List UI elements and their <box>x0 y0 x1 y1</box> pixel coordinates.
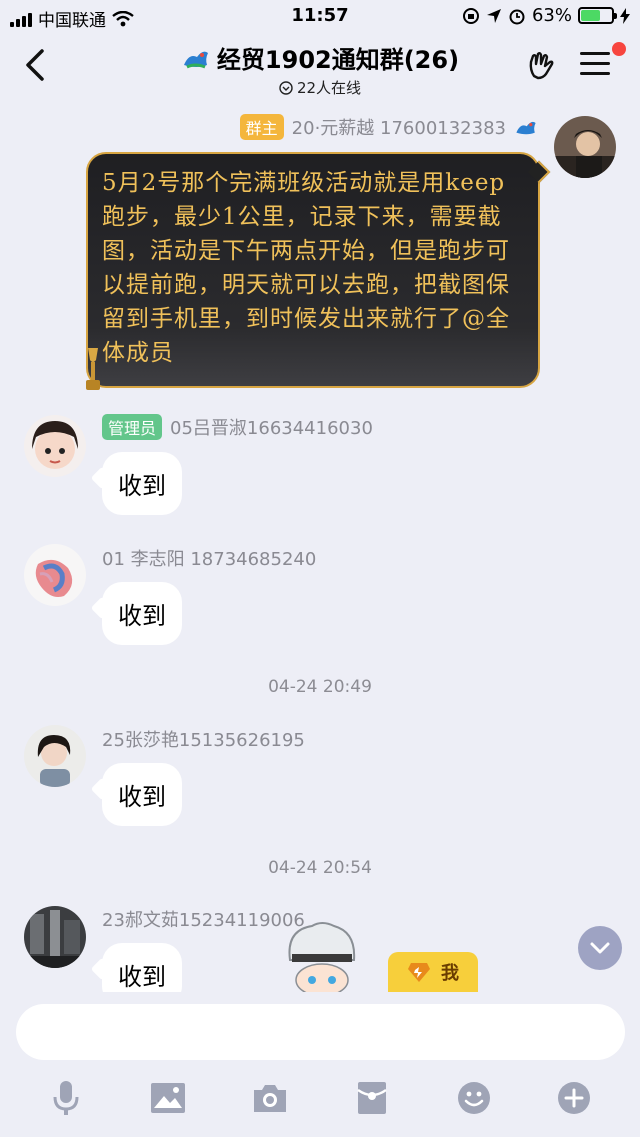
photo-button[interactable] <box>148 1078 188 1118</box>
admin-badge: 管理员 <box>102 414 163 440</box>
dragon-emoji-icon <box>516 121 536 135</box>
cartoon-character-icon[interactable] <box>282 920 362 992</box>
message-text: 5月2号那个完满班级活动就是用keep跑步，最少1公里，记录下来，需要截图，活动… <box>102 170 510 366</box>
message-bubble[interactable]: 收到 <box>102 452 182 515</box>
notification-dot <box>612 42 626 56</box>
message-bubble[interactable]: 收到 <box>102 582 182 645</box>
rotation-lock-icon <box>462 7 479 24</box>
more-button[interactable] <box>554 1078 594 1118</box>
avatar[interactable] <box>24 544 86 606</box>
camera-icon <box>254 1085 286 1112</box>
location-icon <box>486 8 501 23</box>
trophy-decoration-icon <box>86 348 100 390</box>
timestamp: 04-24 20:54 <box>268 858 372 878</box>
voice-button[interactable] <box>46 1078 86 1118</box>
chat-header: 经贸1902通知群(26) 22人在线 <box>0 34 640 100</box>
message-bubble[interactable]: 收到 <box>102 763 182 826</box>
me-button[interactable]: 我 <box>388 952 478 992</box>
battery-icon <box>578 7 617 24</box>
avatar[interactable] <box>24 725 86 787</box>
input-area <box>0 992 640 1137</box>
red-packet-icon <box>357 1082 387 1114</box>
hand-gesture-icon[interactable] <box>526 50 558 82</box>
plus-icon <box>558 1082 590 1114</box>
menu-icon[interactable] <box>580 52 610 78</box>
online-count[interactable]: 22人在线 <box>279 77 361 98</box>
chat-title-row[interactable]: 经贸1902通知群(26) <box>181 40 459 75</box>
battery-percent: 63% <box>531 5 572 26</box>
scroll-down-button[interactable] <box>578 926 622 970</box>
message-list[interactable]: 群主 20·元薪越 17600132383 5月2号那个完满班级活动就是用kee… <box>0 100 640 992</box>
emoji-button[interactable] <box>454 1078 494 1118</box>
message-input[interactable] <box>16 1004 625 1060</box>
charging-icon <box>620 7 630 24</box>
chevron-down-circle-icon <box>279 80 293 95</box>
message-sender: 25张莎艳15135626195 <box>102 730 305 751</box>
microphone-icon <box>53 1081 79 1115</box>
special-message-bubble[interactable]: 5月2号那个完满班级活动就是用keep跑步，最少1公里，记录下来，需要截图，活动… <box>86 152 540 388</box>
smiley-icon <box>458 1082 490 1114</box>
chevron-down-icon <box>590 942 610 954</box>
diamond-icon <box>408 963 430 982</box>
message-sender: 01 李志阳 18734685240 <box>102 549 317 570</box>
message-sender: 群主 20·元薪越 17600132383 <box>239 114 538 140</box>
owner-badge: 群主 <box>239 114 284 140</box>
message-sender: 管理员 05吕晋淑16634416030 <box>102 414 373 440</box>
input-toolbar <box>0 1078 640 1118</box>
avatar[interactable] <box>554 116 616 178</box>
avatar[interactable] <box>24 415 86 477</box>
message-sender: 23郝文茹15234119006 <box>102 910 305 931</box>
image-icon <box>151 1083 185 1113</box>
camera-button[interactable] <box>250 1078 290 1118</box>
chat-title: 经贸1902通知群(26) <box>216 46 460 74</box>
alarm-icon <box>509 9 525 24</box>
avatar[interactable] <box>24 906 86 968</box>
status-bar: 中国联通 11:57 63% <box>0 0 640 34</box>
message-bubble[interactable]: 收到 <box>102 943 182 992</box>
timestamp: 04-24 20:49 <box>268 677 372 697</box>
dragon-emoji-icon <box>183 51 208 68</box>
red-packet-button[interactable] <box>352 1078 392 1118</box>
